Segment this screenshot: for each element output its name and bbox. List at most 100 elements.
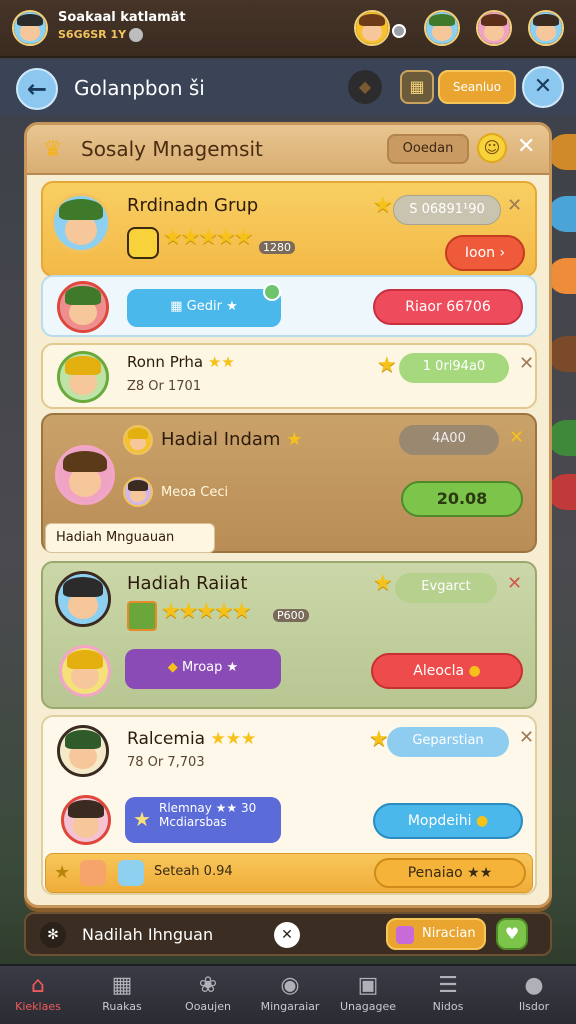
nav-item-quests[interactable]: ❀ Ooaujen xyxy=(166,972,250,1013)
nav-label: Nidos xyxy=(432,1000,464,1013)
gift-icon xyxy=(80,860,106,886)
social-management-panel: ♛ Sosaly Mnagemsit Ooedan ☺ ✕ Rrdinadn G… xyxy=(24,122,552,908)
nav-label: Ruakas xyxy=(102,1000,142,1013)
member-name-text: Ronn Prha xyxy=(127,353,204,371)
chest-icon: ▣ xyxy=(357,973,379,998)
coin-icon: ● xyxy=(475,813,489,829)
trophy-icon: ♛ xyxy=(43,137,63,162)
remove-icon[interactable]: ✕ xyxy=(507,573,522,594)
bottom-label: Nadilah Ihnguan xyxy=(82,925,214,944)
group-score-pill: Evgarct xyxy=(395,573,497,603)
group-card-3[interactable]: Ronn Prha ★★ Z8 Or 1701 ★ 1 0ri94a0 ✕ xyxy=(41,343,537,409)
sub-member-name: Meoa Ceci xyxy=(161,485,229,500)
remove-icon[interactable]: ✕ xyxy=(519,727,534,748)
header-action-button[interactable]: Seanluo xyxy=(438,70,516,104)
bottom-action-label: Niracian xyxy=(422,926,476,941)
bag-icon[interactable]: ◆ xyxy=(348,70,382,104)
nav-item-chest[interactable]: ▣ Unagagee xyxy=(326,972,410,1013)
star-icon: ★ xyxy=(286,429,303,450)
star-badge-icon: ★ xyxy=(133,807,151,831)
nav-label: Unagagee xyxy=(339,1000,396,1013)
member-tag-text: Gedir xyxy=(186,299,222,314)
smile-icon[interactable]: ☺ xyxy=(477,133,507,163)
close-icon[interactable]: ✕ xyxy=(522,66,564,108)
side-tab-1[interactable] xyxy=(548,134,576,170)
join-button[interactable]: Ioon › xyxy=(445,235,525,271)
player-avatar[interactable] xyxy=(12,10,48,46)
member-score-pill: Geparstian xyxy=(387,727,509,757)
close-icon[interactable]: ✕ xyxy=(274,922,300,948)
group-card-2[interactable]: ▦ Gedir ★ Riaor 66706 xyxy=(41,275,537,337)
nav-item-chat[interactable]: ◉ Mingaraiar xyxy=(248,972,332,1013)
back-arrow-icon[interactable]: ← xyxy=(16,68,58,110)
friend-status-icon xyxy=(392,24,406,38)
panel-tab[interactable]: Ooedan xyxy=(387,134,469,164)
footer-label: Seteah 0.94 xyxy=(154,864,233,879)
member-avatar xyxy=(61,795,111,845)
player-id: S6G6SR 1Y xyxy=(58,28,144,42)
panel-close-icon[interactable]: ✕ xyxy=(517,134,535,159)
member-avatar xyxy=(57,351,109,403)
nav-label: Ooaujen xyxy=(185,1000,231,1013)
value-button[interactable]: 20.08 xyxy=(401,481,523,517)
settings-icon[interactable]: ✻ xyxy=(40,922,66,948)
remove-icon[interactable]: ✕ xyxy=(519,353,534,374)
group-stars-value: P600 xyxy=(273,609,309,622)
chat-icon[interactable]: ♥ xyxy=(496,918,528,950)
mini-avatar xyxy=(118,860,144,886)
mini-avatar xyxy=(123,425,153,455)
member-name-text: Ralcemia xyxy=(127,729,206,749)
group-card-4[interactable]: Hadial Indam ★ 4A00 ✕ Meoa Ceci 20.08 Ha… xyxy=(41,413,537,553)
friend-avatar-4[interactable] xyxy=(528,10,564,46)
nav-item-gifts[interactable]: ▦ Ruakas xyxy=(80,972,164,1013)
globe-icon: ● xyxy=(524,973,544,998)
nav-label: Kieklaes xyxy=(15,1000,61,1013)
panel-header: ♛ Sosaly Mnagemsit Ooedan ☺ ✕ xyxy=(27,125,549,175)
home-icon: ⌂ xyxy=(31,973,45,998)
group-card-5[interactable]: Hadiah Raiiat ★★★★★ P600 ★ Evgarct ✕ ◆ M… xyxy=(41,561,537,709)
badge-icon xyxy=(127,601,157,631)
nav-item-list[interactable]: ☰ Nidos xyxy=(406,972,490,1013)
nav-label: Ilsdor xyxy=(518,1000,550,1013)
info-icon[interactable] xyxy=(129,28,144,42)
member-tag-line1: Rlemnay ★★ 30 xyxy=(159,801,257,815)
page-title: Golanpbon ši xyxy=(74,76,205,100)
side-tab-5[interactable] xyxy=(548,420,576,456)
star-icon: ★ xyxy=(369,727,389,752)
mini-avatar xyxy=(123,477,153,507)
friend-avatar-3[interactable] xyxy=(476,10,512,46)
side-tab-4[interactable] xyxy=(548,336,576,372)
footer-button[interactable]: Penaiao ★★ xyxy=(374,858,526,888)
nav-item-home[interactable]: ⌂ Kieklaes xyxy=(0,972,80,1013)
reward-button[interactable]: Riaor 66706 xyxy=(373,289,523,325)
player-id-text: S6G6SR 1Y xyxy=(58,28,127,41)
group-avatar xyxy=(51,193,111,253)
gem-icon: ◆ xyxy=(167,660,178,675)
side-tab-3[interactable] xyxy=(548,258,576,294)
member-tag-line2: Mcdiarsbas xyxy=(159,815,227,829)
remove-icon[interactable]: ✕ xyxy=(509,427,524,448)
friend-avatar-2[interactable] xyxy=(424,10,460,46)
group-card-6[interactable]: Ralcemia ★★★ 78 Or 7,703 ★ Geparstian ✕ … xyxy=(41,715,537,895)
remove-icon[interactable]: ✕ xyxy=(507,195,522,216)
collect-button[interactable]: Aleocla ● xyxy=(371,653,523,689)
chest-icon[interactable]: ▦ xyxy=(400,70,434,104)
member-tag[interactable]: ▦ Gedir ★ xyxy=(127,289,281,327)
group-stars: ★★★★★ xyxy=(161,599,252,624)
member-stars: ★★ xyxy=(207,353,235,371)
group-card-1[interactable]: Rrdinadn Grup ★★★★★ 1280 ★ S 06891¹90 ✕ … xyxy=(41,181,537,277)
friend-avatar-1[interactable] xyxy=(354,10,390,46)
bottom-action-button[interactable]: Niracian xyxy=(386,918,486,950)
member-tag[interactable]: ★ Rlemnay ★★ 30 Mcdiarsbas xyxy=(125,797,281,843)
member-stars: ★★★ xyxy=(210,729,257,749)
side-tab-6[interactable] xyxy=(548,474,576,510)
member-avatar xyxy=(59,645,111,697)
member-action-button[interactable]: Mopdeihi ● xyxy=(373,803,523,839)
group-name: Hadial Indam ★ xyxy=(161,429,302,450)
member-avatar xyxy=(57,281,109,333)
member-tag[interactable]: ◆ Mroap ★ xyxy=(125,649,281,689)
online-icon xyxy=(263,283,281,301)
star-icon: ★ xyxy=(373,571,393,596)
side-tab-2[interactable] xyxy=(548,196,576,232)
nav-item-world[interactable]: ● Ilsdor xyxy=(494,972,574,1013)
